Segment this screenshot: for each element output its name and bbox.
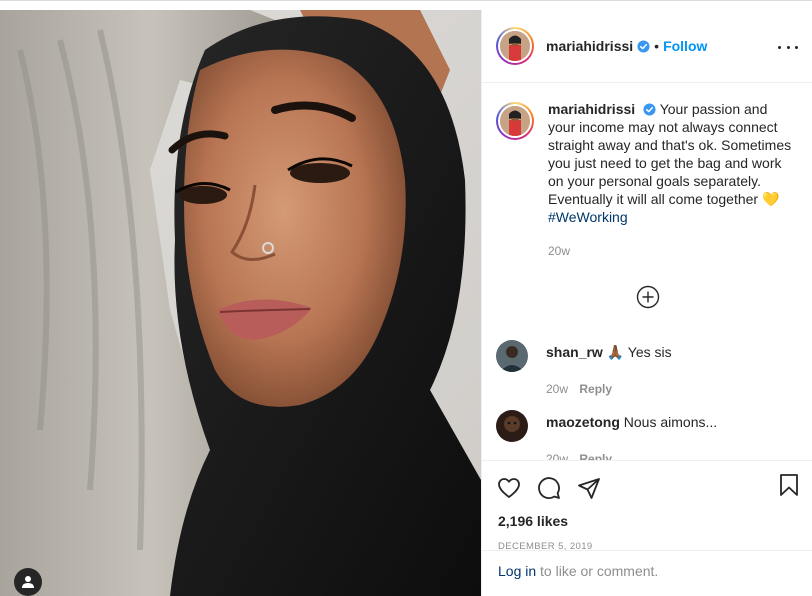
avatar-image bbox=[500, 31, 530, 61]
comment-icon[interactable] bbox=[536, 475, 562, 501]
commenter-username[interactable]: shan_rw bbox=[546, 344, 603, 360]
post-actions: 2,196 likes DECEMBER 5, 2019 Log in to l… bbox=[482, 460, 812, 596]
commenter-avatar[interactable] bbox=[496, 340, 528, 372]
tagged-users-button[interactable] bbox=[14, 568, 42, 596]
verified-badge-icon bbox=[637, 39, 650, 53]
heart-emoji: 💛 bbox=[762, 191, 780, 207]
login-link[interactable]: Log in bbox=[498, 563, 536, 579]
portrait-photo bbox=[0, 10, 481, 596]
post-date: DECEMBER 5, 2019 bbox=[498, 541, 593, 552]
login-prompt-text: to like or comment. bbox=[536, 563, 659, 579]
caption-time: 20w bbox=[548, 244, 571, 258]
comment-time: 20w bbox=[546, 382, 569, 396]
user-icon bbox=[22, 576, 34, 588]
author-username[interactable]: mariahidrissi bbox=[546, 38, 633, 54]
hashtag-link[interactable]: #WeWorking bbox=[548, 209, 628, 225]
heart-icon[interactable] bbox=[496, 475, 522, 501]
verified-badge-icon bbox=[643, 103, 656, 116]
reply-button[interactable]: Reply bbox=[579, 452, 612, 460]
separator-dot: • bbox=[654, 38, 660, 54]
reply-button[interactable]: Reply bbox=[579, 382, 612, 396]
plus-circle-icon bbox=[636, 285, 660, 309]
comment-item: maozetong Nous aimons... 20w Reply bbox=[496, 410, 796, 460]
post-photo[interactable] bbox=[0, 10, 481, 596]
post-header: mariahidrissi • Follow bbox=[482, 10, 812, 83]
comments-section[interactable]: mariahidrissi Your passion and your inco… bbox=[482, 84, 812, 460]
likes-count[interactable]: 2,196 likes bbox=[482, 505, 812, 529]
share-icon[interactable] bbox=[576, 475, 602, 501]
commenter-avatar[interactable] bbox=[496, 410, 528, 442]
caption-avatar[interactable] bbox=[496, 102, 534, 140]
login-prompt: Log in to like or comment. bbox=[482, 550, 812, 596]
post-panel: mariahidrissi • Follow mariahidrissi You… bbox=[481, 10, 812, 596]
caption-username[interactable]: mariahidrissi bbox=[548, 101, 635, 117]
comment-text: Nous aimons... bbox=[623, 414, 718, 430]
comment-time: 20w bbox=[546, 452, 569, 460]
instagram-post: mariahidrissi • Follow mariahidrissi You… bbox=[0, 0, 812, 596]
comment-item: shan_rw 🙏🏾 Yes sis 20w Reply bbox=[496, 340, 796, 396]
caption: mariahidrissi Your passion and your inco… bbox=[482, 84, 812, 260]
bookmark-icon[interactable] bbox=[776, 472, 802, 498]
author-avatar[interactable] bbox=[496, 27, 534, 65]
load-more-comments-button[interactable] bbox=[636, 285, 660, 309]
caption-body: mariahidrissi Your passion and your inco… bbox=[548, 100, 796, 260]
commenter-username[interactable]: maozetong bbox=[546, 414, 620, 430]
comment-text: 🙏🏾 Yes sis bbox=[606, 344, 672, 360]
more-options-icon[interactable] bbox=[778, 37, 798, 57]
follow-button[interactable]: Follow bbox=[663, 38, 707, 54]
